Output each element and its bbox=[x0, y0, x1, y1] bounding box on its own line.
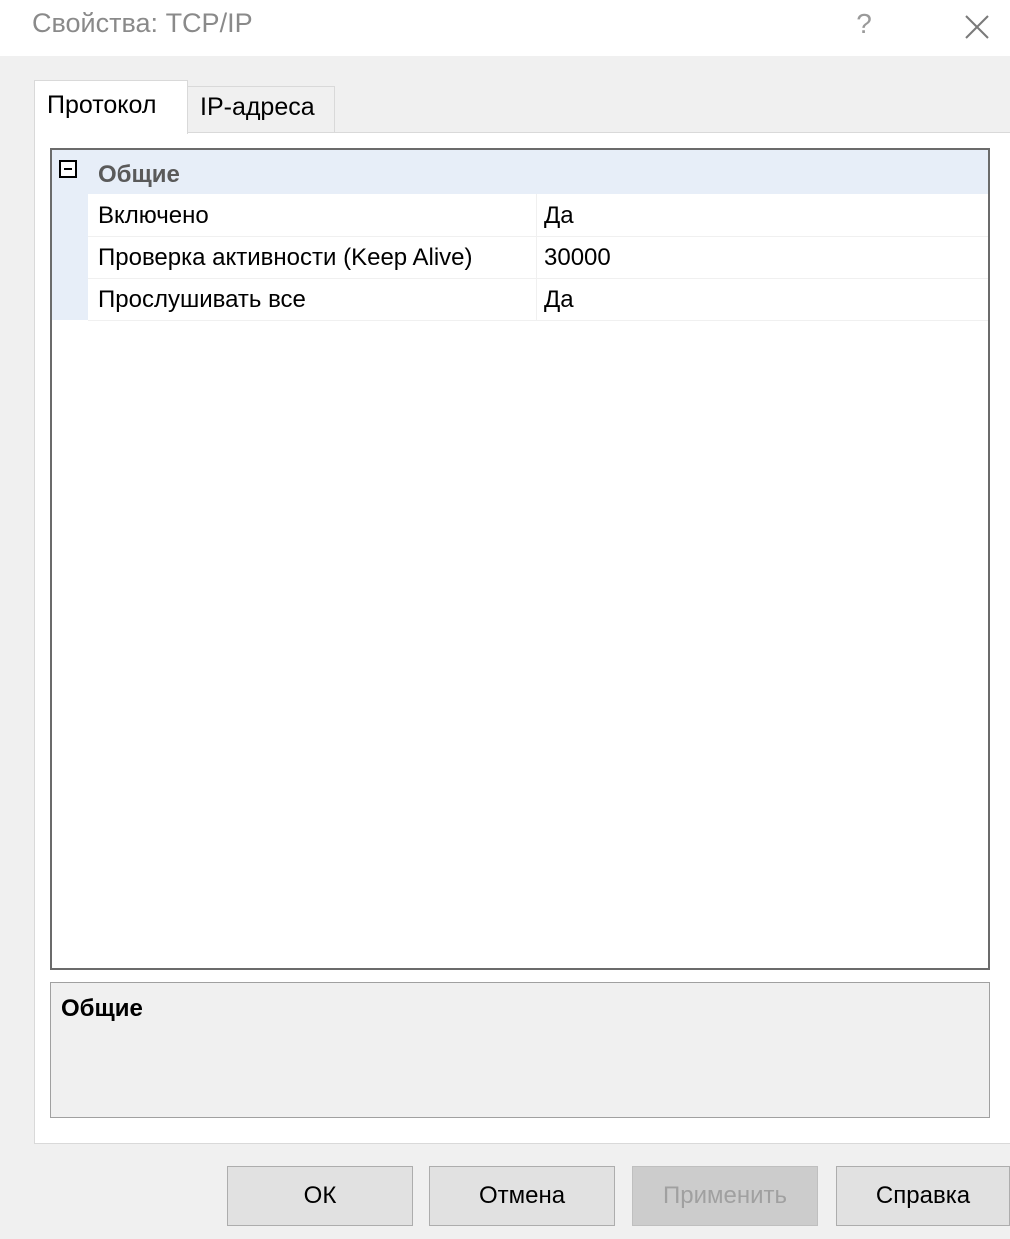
window-title: Свойства: TCP/IP bbox=[32, 8, 253, 38]
property-row-listen-all[interactable]: Прослушивать все Да bbox=[88, 278, 988, 321]
property-value[interactable]: Да bbox=[544, 202, 574, 230]
property-value[interactable]: Да bbox=[544, 286, 574, 314]
help-title-button[interactable]: ? bbox=[852, 4, 876, 44]
help-button[interactable]: Справка bbox=[836, 1166, 1010, 1226]
tab-ip-addresses[interactable]: IP-адреса bbox=[187, 86, 335, 132]
description-title: Общие bbox=[61, 995, 143, 1022]
title-bar: Свойства: TCP/IP ? bbox=[0, 0, 1010, 56]
property-name: Прослушивать все bbox=[98, 286, 306, 313]
property-row-keep-alive[interactable]: Проверка активности (Keep Alive) 30000 bbox=[88, 236, 988, 279]
column-divider bbox=[536, 194, 537, 236]
cancel-button[interactable]: Отмена bbox=[429, 1166, 615, 1226]
property-name: Включено bbox=[98, 202, 209, 229]
column-divider bbox=[536, 236, 537, 278]
property-value[interactable]: 30000 bbox=[544, 244, 611, 272]
ok-button[interactable]: ОК bbox=[227, 1166, 413, 1226]
collapse-icon[interactable] bbox=[59, 160, 77, 178]
property-row-enabled[interactable]: Включено Да bbox=[88, 194, 988, 237]
close-icon[interactable] bbox=[960, 10, 994, 44]
property-name: Проверка активности (Keep Alive) bbox=[98, 244, 473, 271]
category-label: Общие bbox=[98, 161, 180, 188]
apply-button[interactable]: Применить bbox=[632, 1166, 818, 1226]
property-grid[interactable]: Общие Включено Да Проверка активности (K… bbox=[50, 148, 990, 970]
category-row-general[interactable]: Общие bbox=[52, 150, 988, 194]
column-divider bbox=[536, 278, 537, 320]
tab-protocol[interactable]: Протокол bbox=[34, 80, 188, 134]
description-panel: Общие bbox=[50, 982, 990, 1118]
